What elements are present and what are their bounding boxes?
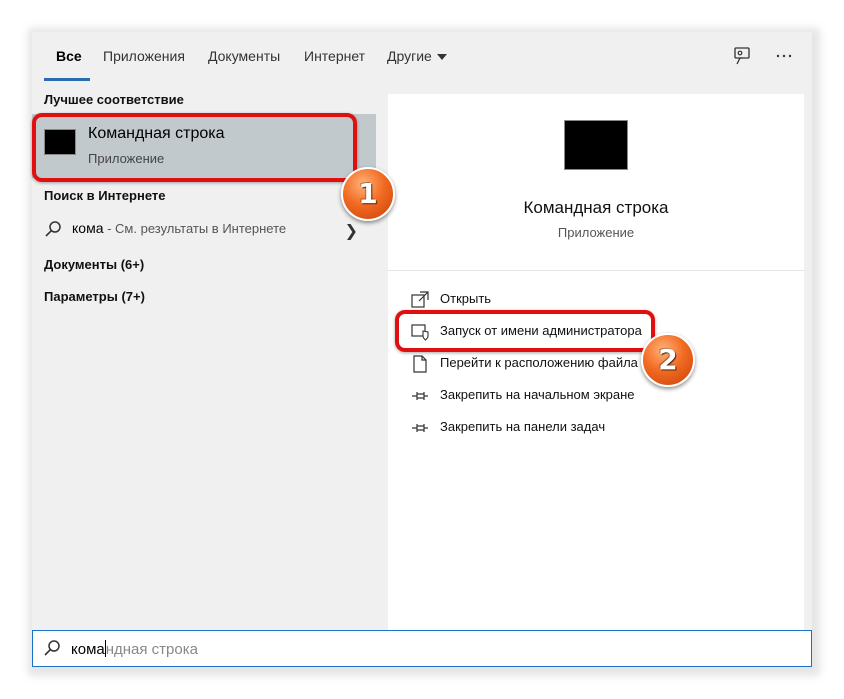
action-pin-taskbar-label: Закрепить на панели задач — [440, 419, 606, 434]
action-open-label: Открыть — [440, 291, 492, 306]
action-file-location-label: Перейти к расположению файла — [440, 355, 638, 370]
open-icon — [411, 291, 429, 308]
settings-category[interactable]: Параметры (7+) — [44, 289, 145, 304]
action-pin-taskbar[interactable]: Закрепить на панели задач — [408, 416, 788, 440]
search-box[interactable]: командная строка — [32, 630, 812, 667]
web-search-header: Поиск в Интернете — [44, 188, 166, 203]
web-hint: - См. результаты в Интернете — [103, 221, 287, 236]
tab-other-label: Другие — [387, 48, 432, 64]
pin-icon — [412, 424, 428, 432]
preview-pane: Командная строка Приложение Открыть Запу… — [388, 94, 804, 630]
file-location-icon — [413, 355, 427, 373]
feedback-icon[interactable] — [732, 46, 752, 66]
active-tab-indicator — [44, 78, 90, 81]
documents-category[interactable]: Документы (6+) — [44, 257, 144, 272]
search-icon — [45, 221, 61, 237]
annotation-badge-2: 2 — [641, 333, 695, 387]
preview-title: Командная строка — [523, 198, 669, 217]
tab-internet[interactable]: Интернет — [304, 48, 365, 64]
annotation-highlight-best-match — [32, 113, 357, 182]
web-search-result[interactable]: кома - См. результаты в Интернете ❯ — [32, 210, 376, 248]
command-prompt-large-icon — [564, 120, 628, 170]
search-typed-text: кома — [71, 641, 105, 658]
tab-apps[interactable]: Приложения — [103, 48, 185, 64]
search-input[interactable]: командная строка — [71, 640, 198, 658]
divider — [388, 270, 804, 271]
tab-other[interactable]: Другие — [387, 48, 447, 64]
filter-tabs: Все Приложения Документы Интернет Другие — [32, 32, 812, 82]
chevron-right-icon[interactable]: ❯ — [345, 221, 358, 241]
annotation-badge-1: 1 — [341, 167, 395, 221]
web-query: кома — [72, 220, 104, 236]
action-file-location[interactable]: Перейти к расположению файла — [408, 352, 788, 376]
web-search-text: кома - См. результаты в Интернете — [72, 220, 286, 236]
action-pin-start-label: Закрепить на начальном экране — [440, 387, 635, 402]
action-open[interactable]: Открыть — [408, 288, 788, 312]
tab-documents[interactable]: Документы — [208, 48, 280, 64]
more-options-icon[interactable] — [774, 46, 794, 66]
preview-subtitle: Приложение — [557, 225, 635, 240]
search-suggestion: ндная строка — [105, 641, 198, 658]
best-match-header: Лучшее соответствие — [44, 92, 184, 107]
search-icon — [44, 640, 60, 656]
tab-all[interactable]: Все — [56, 48, 82, 64]
chevron-down-icon — [436, 54, 447, 61]
annotation-highlight-run-as-admin — [395, 310, 655, 352]
pin-icon — [412, 392, 428, 400]
action-pin-start[interactable]: Закрепить на начальном экране — [408, 384, 788, 408]
